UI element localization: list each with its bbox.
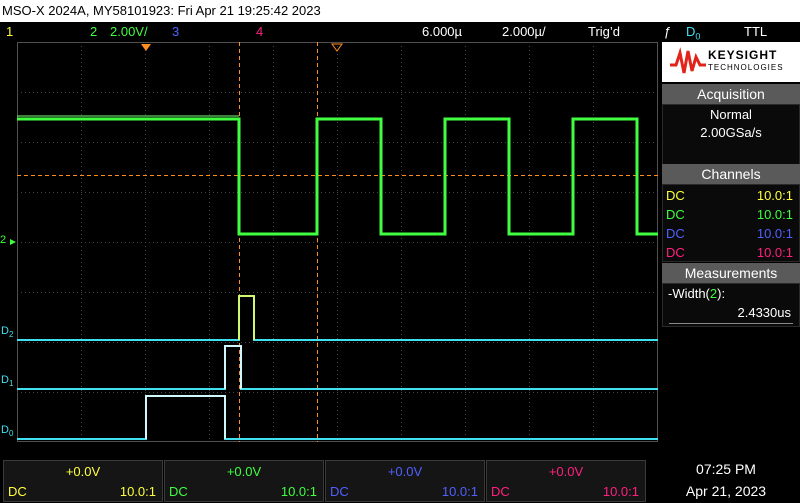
ch1-probe: 10.0:1 xyxy=(119,484,156,499)
trigger-position-marker xyxy=(141,44,151,51)
bottom-channel-bar: +0.0V DC 10.0:1 +0.0V DC 10.0:1 +0.0V DC… xyxy=(0,458,800,503)
channel-row-4[interactable]: DC 10.0:1 xyxy=(663,243,799,262)
waveform-graticule xyxy=(10,42,658,442)
ch3-box[interactable]: +0.0V DC 10.0:1 xyxy=(325,460,485,502)
d1-label-text: D xyxy=(1,374,9,386)
keysight-logo: KEYSIGHT TECHNOLOGIES xyxy=(662,42,800,82)
horizontal-grid-lines xyxy=(17,92,658,393)
logo-name: KEYSIGHT xyxy=(708,48,778,62)
acquisition-header[interactable]: Acquisition xyxy=(662,84,800,104)
d1-high-segment xyxy=(224,345,242,389)
d0-label-index: 0 xyxy=(8,429,14,439)
channel-coupling: DC xyxy=(666,188,685,203)
d2-label-text: D xyxy=(1,325,9,337)
measurement-function: -Width( xyxy=(668,286,710,301)
channels-body: DC 10.0:1 DC 10.0:1 DC 10.0:1 DC 10.0:1 xyxy=(662,184,800,262)
clock: 07:25 PM Apr 21, 2023 xyxy=(652,458,800,503)
ch4-offset: +0.0V xyxy=(548,464,584,479)
ch3-offset: +0.0V xyxy=(387,464,423,479)
measurement-value: 2.4330us xyxy=(737,305,792,320)
channel-coupling: DC xyxy=(666,226,685,241)
d2-label-index: 2 xyxy=(8,330,14,340)
ch4-probe: 10.0:1 xyxy=(602,484,639,499)
trigger-source-label: D xyxy=(686,24,696,39)
trigger-source-index: 0 xyxy=(695,31,701,42)
ch2-coupling: DC xyxy=(169,484,188,499)
ch4-coupling: DC xyxy=(491,484,510,499)
timebase-scale[interactable]: 2.000µ/ xyxy=(502,22,546,42)
measurement-divider xyxy=(669,323,793,324)
channel-coupling: DC xyxy=(666,245,685,260)
channel-probe: 10.0:1 xyxy=(756,207,793,222)
ch4-box[interactable]: +0.0V DC 10.0:1 xyxy=(486,460,646,502)
d1-label-index: 1 xyxy=(8,379,14,389)
delay-marker xyxy=(331,43,343,52)
trigger-level[interactable]: TTL xyxy=(744,22,767,42)
channel-probe: 10.0:1 xyxy=(756,245,793,260)
measurements-body: -Width(2): 2.4330us xyxy=(662,283,800,327)
d2-label[interactable]: D2 xyxy=(1,325,13,339)
d0-high-segment xyxy=(145,395,226,439)
channel-probe: 10.0:1 xyxy=(756,188,793,203)
measurement-name: -Width(2): xyxy=(668,286,725,301)
window-title: MSO-X 2024A, MY58101923: Fri Apr 21 19:2… xyxy=(0,0,800,22)
d1-label[interactable]: D1 xyxy=(1,374,13,388)
right-side-panel: KEYSIGHT TECHNOLOGIES Acquisition Normal… xyxy=(660,42,800,458)
clock-date: Apr 21, 2023 xyxy=(685,483,767,499)
channel-probe: 10.0:1 xyxy=(756,226,793,241)
ch1-offset: +0.0V xyxy=(65,464,101,479)
ch1-indicator[interactable]: 1 xyxy=(6,22,13,42)
measurements-header[interactable]: Measurements xyxy=(662,263,800,283)
channel-row-3[interactable]: DC 10.0:1 xyxy=(663,224,799,243)
sample-rate: 2.00GSa/s xyxy=(700,125,762,140)
logo-subtitle: TECHNOLOGIES xyxy=(708,63,784,72)
ch1-coupling: DC xyxy=(8,484,27,499)
ch2-offset: +0.0V xyxy=(226,464,262,479)
channel-row-1[interactable]: DC 10.0:1 xyxy=(663,186,799,205)
keysight-wave-icon xyxy=(670,47,706,74)
trigger-slope-icon[interactable]: ƒ xyxy=(664,22,671,42)
channel-status-row: 1 2 2.00V/ 3 4 6.000µ 2.000µ/ Trig’d ƒ D… xyxy=(0,22,800,42)
trigger-status: Trig’d xyxy=(588,24,621,39)
acquisition-body: Normal 2.00GSa/s xyxy=(662,104,800,170)
d0-label[interactable]: D0 xyxy=(1,424,13,438)
d0-label-text: D xyxy=(1,424,9,436)
ch2-indicator[interactable]: 2 xyxy=(90,22,97,42)
d2-high-segment xyxy=(238,295,255,340)
ch4-indicator[interactable]: 4 xyxy=(256,22,263,42)
ch1-box[interactable]: +0.0V DC 10.0:1 xyxy=(3,460,163,502)
measurement-close: ): xyxy=(717,286,726,301)
channel-coupling: DC xyxy=(666,207,685,222)
acquisition-mode: Normal xyxy=(710,107,752,122)
ch3-indicator[interactable]: 3 xyxy=(172,22,179,42)
ch2-box[interactable]: +0.0V DC 10.0:1 xyxy=(164,460,324,502)
waveform-display[interactable]: 2 D2 D1 D0 xyxy=(0,42,660,442)
clock-time: 07:25 PM xyxy=(696,461,756,477)
channels-header[interactable]: Channels xyxy=(662,164,800,184)
ch2-reference-label[interactable]: 2 xyxy=(0,234,6,246)
horizontal-delay[interactable]: 6.000µ xyxy=(422,22,462,42)
channel-row-2[interactable]: DC 10.0:1 xyxy=(663,205,799,224)
ch2-scale[interactable]: 2.00V/ xyxy=(110,22,148,42)
ch2-probe: 10.0:1 xyxy=(280,484,317,499)
ch3-coupling: DC xyxy=(330,484,349,499)
ch3-probe: 10.0:1 xyxy=(441,484,478,499)
ch2-ground-marker xyxy=(10,239,16,245)
